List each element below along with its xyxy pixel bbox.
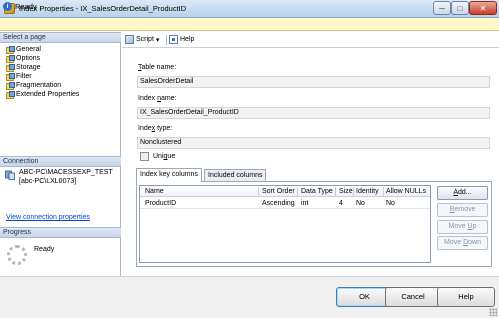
page-icon [6,46,15,54]
add-button[interactable]: Add... [437,186,488,200]
index-name-label: Index name: [138,95,177,102]
script-button[interactable]: Script ▾ [125,35,159,44]
cell-name: ProductID [145,200,177,207]
button-text: Move [444,239,464,246]
cell-sort-order[interactable]: Ascending [262,198,295,209]
label-text: able name: [141,64,177,71]
page-item-label: Filter [16,73,32,80]
column-header-size[interactable]: Size [339,186,353,197]
label-text: type: [155,125,173,132]
server-connection-icon [5,170,15,180]
page-icon [6,91,15,99]
column-header-data-type[interactable]: Data Type [301,186,333,197]
select-page-header: Select a page [0,32,121,43]
index-name-field[interactable]: IX_SalesOrderDetail_ProductID [137,107,490,119]
script-label: Script [136,36,154,43]
column-separator [383,187,384,196]
progress-header: Progress [0,227,121,238]
column-header-name[interactable]: Name [145,186,164,197]
page-item-label: Extended Properties [16,91,80,98]
column-header-identity[interactable]: Identity [356,186,379,197]
index-type-field[interactable]: Nonclustered [137,137,490,149]
tab-included-columns[interactable]: Included columns [204,169,267,181]
window-title: Index Properties - IX_SalesOrderDetail_P… [19,4,187,13]
cell-identity: No [356,200,365,207]
label-text: Uni [153,153,164,160]
help-toolbar-button[interactable]: Help [169,35,194,44]
remove-button[interactable]: Remove [437,203,488,217]
chevron-down-icon[interactable]: ▾ [156,36,160,44]
button-text: dd... [458,189,472,196]
column-header-allow-nulls[interactable]: Allow NULLs [386,186,426,197]
page-item-options[interactable]: Options [6,54,40,63]
connection-user: [abc-PC\LXL0073] [19,178,77,185]
close-button[interactable]: ✕ [469,1,497,15]
cell-allow-nulls: No [386,200,395,207]
connection-header: Connection [0,156,121,167]
label-text: ue [167,153,176,160]
move-up-button[interactable]: Move Up [437,220,488,234]
move-down-button[interactable]: Move Down [437,236,488,250]
progress-spinner-icon [7,245,27,265]
page-icon [6,82,15,90]
button-text: p [472,223,477,230]
unique-label: Unique [153,153,175,160]
cell-data-type: int [301,200,309,207]
help-icon [169,35,178,44]
label-text: Index [138,95,158,102]
column-separator [258,187,259,196]
help-button[interactable]: Help [437,287,495,307]
column-header-sort-order[interactable]: Sort Order [262,186,295,197]
label-text: ame: [160,95,177,102]
help-label: Help [180,36,195,43]
page-item-storage[interactable]: Storage [6,63,41,72]
page-icon [6,55,15,63]
progress-status: Ready [34,246,55,253]
button-text: own [468,239,481,246]
status-bar [0,18,499,31]
page-item-fragmentation[interactable]: Fragmentation [6,81,61,90]
tab-index-key-columns[interactable]: Index key columns [136,168,202,182]
button-text: emove [454,206,476,213]
connection-server: ABC-PC\MACESSEXP_TEST [19,169,113,176]
page-icon [6,64,15,72]
page-item-label: Fragmentation [16,82,62,89]
page-item-general[interactable]: General [6,45,41,54]
toolbar-separator [166,35,167,45]
left-panel: Select a page General Options Storage Fi… [0,32,121,276]
maximize-button[interactable]: □ [451,1,469,15]
script-icon [125,35,134,44]
page-item-label: Options [16,55,41,62]
unique-checkbox[interactable] [140,152,149,161]
resize-grip-icon[interactable] [489,308,497,316]
page-icon [6,73,15,81]
page-item-filter[interactable]: Filter [6,72,32,81]
page-item-label: General [16,46,41,53]
status-text: Ready [15,2,37,11]
info-icon: i [3,2,12,11]
label-text: Inde [138,125,152,132]
column-separator [353,187,354,196]
cancel-button[interactable]: Cancel [385,287,441,307]
page-item-label: Storage [16,64,41,71]
button-text: Move [448,223,468,230]
view-connection-properties-link[interactable]: View connection properties [6,214,90,221]
table-name-field[interactable]: SalesOrderDetail [137,76,490,88]
page-item-extended-properties[interactable]: Extended Properties [6,90,79,99]
minimize-button[interactable]: ─ [433,1,451,15]
column-separator [335,187,336,196]
index-type-label: Index type: [138,125,172,132]
cell-size: 4 [339,200,343,207]
column-separator [297,187,298,196]
table-name-label: Table name: [138,64,176,71]
